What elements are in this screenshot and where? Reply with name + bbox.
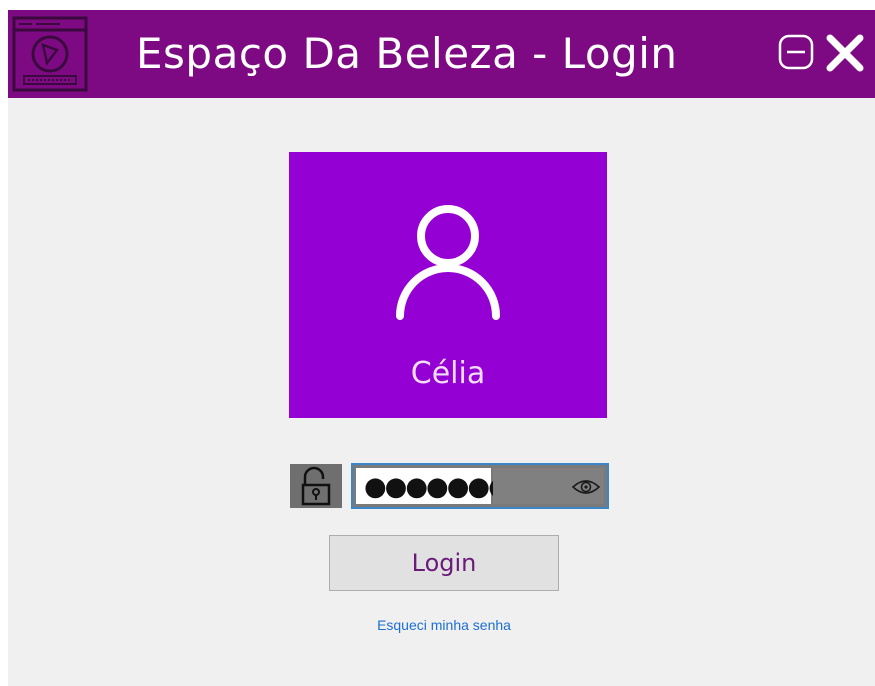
app-window-icon — [12, 16, 88, 92]
user-tile: Célia — [289, 152, 607, 418]
password-input-text-area[interactable]: ●●●●●●●● — [356, 468, 531, 504]
user-avatar-icon — [396, 205, 500, 320]
login-button[interactable]: Login — [329, 535, 559, 591]
title-bar[interactable]: Espaço Da Beleza - Login — [8, 10, 875, 98]
password-input[interactable]: ●●●●●●●● — [351, 463, 609, 509]
password-lock-box — [290, 464, 342, 508]
forgot-password-link[interactable]: Esqueci minha senha — [329, 615, 559, 635]
eye-icon[interactable] — [571, 477, 601, 497]
window-title: Espaço Da Beleza - Login — [136, 29, 678, 78]
minimize-icon[interactable] — [778, 34, 814, 70]
login-window: Espaço Da Beleza - Login Célia ●●●●●●●● — [8, 10, 875, 686]
close-icon[interactable] — [824, 32, 866, 74]
unlocked-padlock-icon — [301, 466, 331, 506]
user-name: Célia — [410, 356, 486, 391]
